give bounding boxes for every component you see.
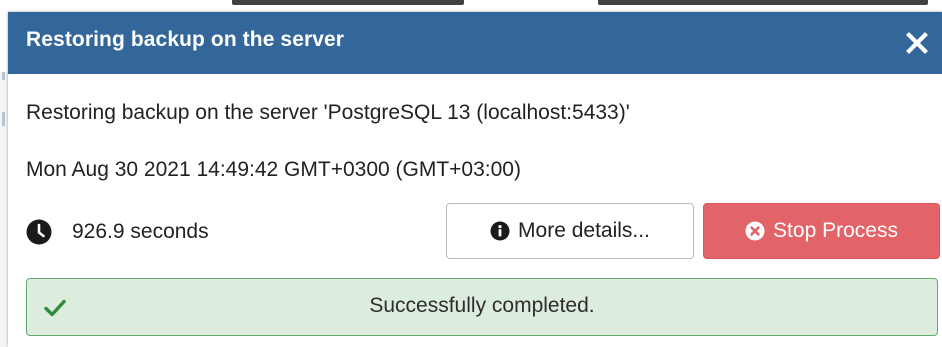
clock-icon [26, 219, 52, 245]
elapsed-time: 926.9 seconds [26, 216, 209, 248]
dialog-title: Restoring backup on the server [26, 28, 345, 51]
restore-timestamp: Mon Aug 30 2021 14:49:42 GMT+0300 (GMT+0… [26, 158, 521, 181]
background-text-fragment [232, 0, 464, 5]
status-alert: Successfully completed. [26, 278, 938, 336]
background-divider [2, 72, 5, 80]
close-button[interactable] [900, 26, 934, 60]
more-details-button[interactable]: More details... [446, 203, 694, 259]
status-text: Successfully completed. [369, 294, 595, 317]
background-content [0, 0, 942, 12]
background-divider [2, 112, 5, 126]
stop-process-label: Stop Process [773, 219, 898, 242]
info-circle-icon [490, 221, 510, 241]
close-icon [906, 32, 928, 54]
background-left-edge [0, 72, 8, 347]
times-circle-icon [745, 221, 765, 241]
elapsed-time-value: 926.9 seconds [72, 220, 209, 243]
dialog-header: Restoring backup on the server [8, 12, 942, 74]
background-text-fragment [598, 0, 928, 5]
more-details-label: More details... [518, 219, 650, 242]
page: Restoring backup on the server Restoring… [0, 0, 942, 347]
stop-process-button[interactable]: Stop Process [703, 203, 940, 259]
restore-message: Restoring backup on the server 'PostgreS… [26, 101, 630, 124]
restore-process-dialog: Restoring backup on the server Restoring… [8, 12, 942, 347]
